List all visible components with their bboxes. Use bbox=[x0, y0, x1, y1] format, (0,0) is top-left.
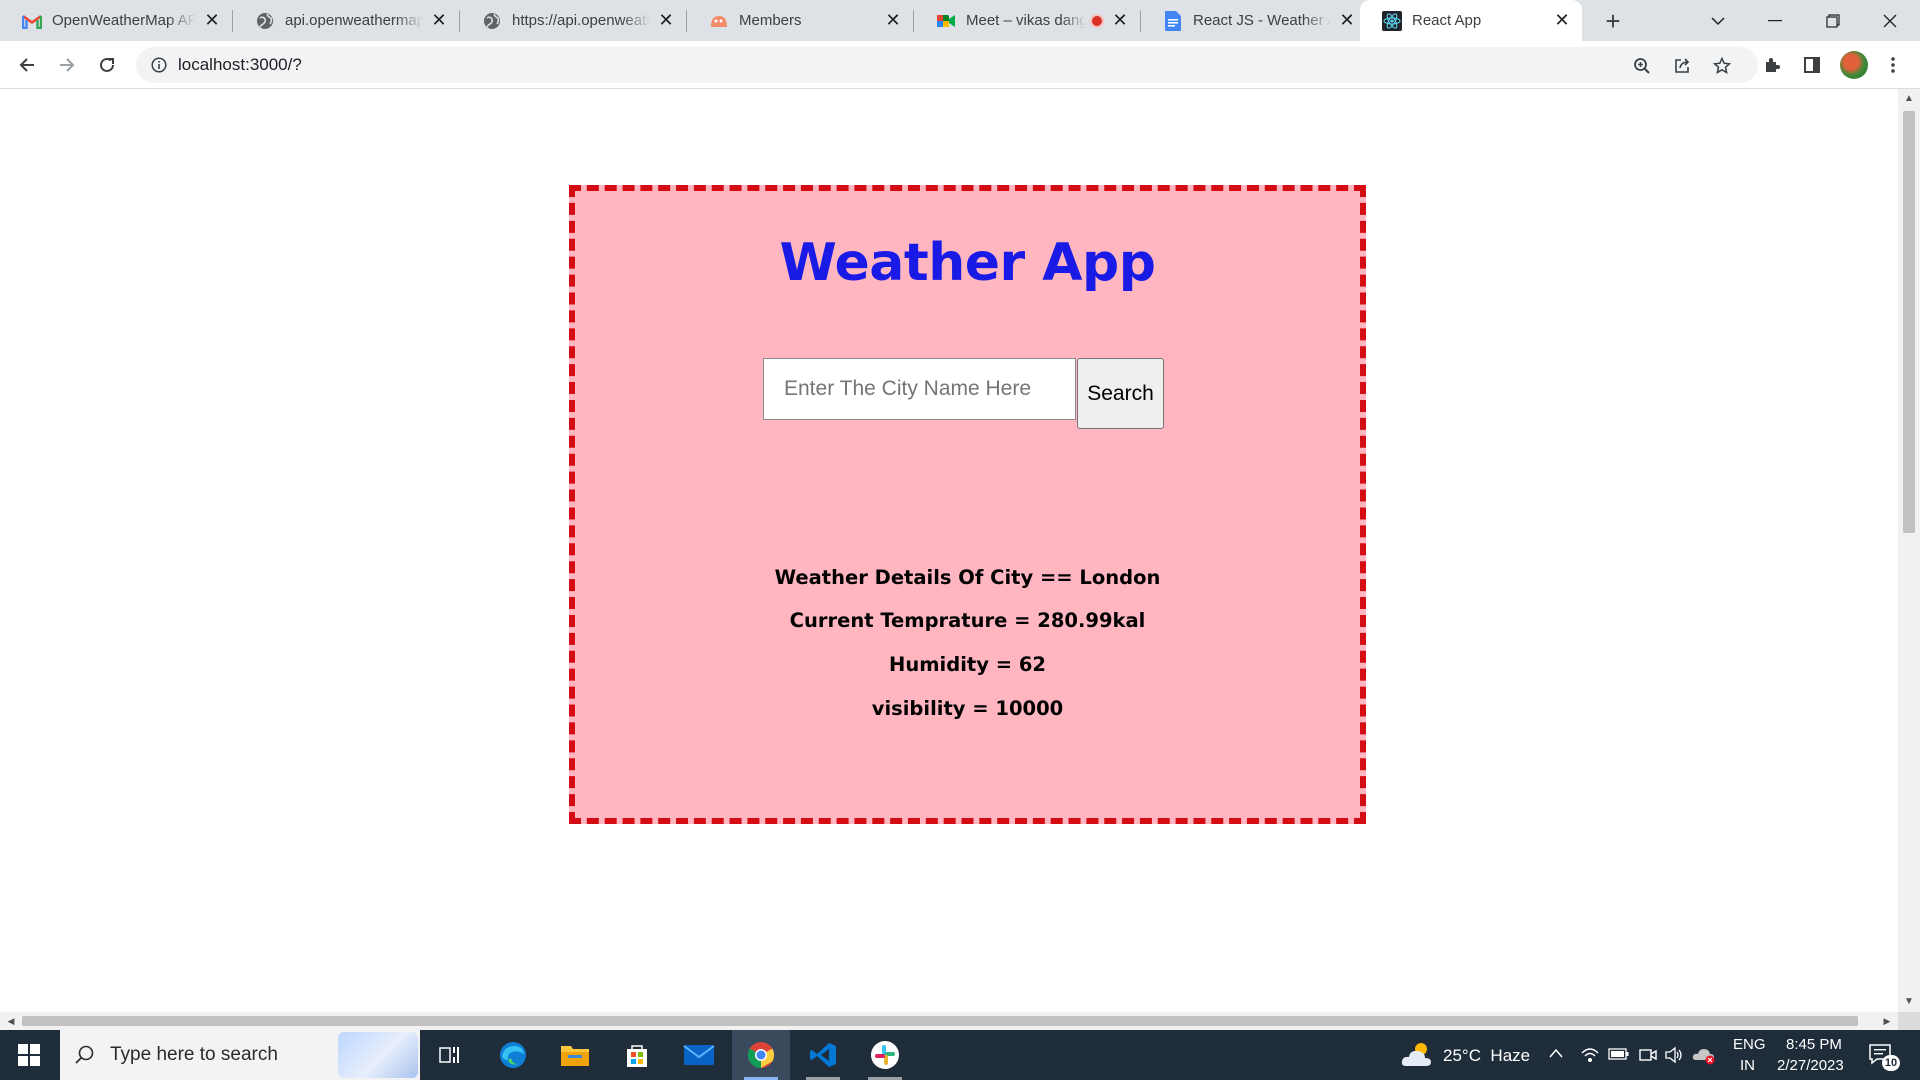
close-tab-icon[interactable]: ✕ bbox=[1110, 10, 1130, 31]
address-bar[interactable]: localhost:3000/? bbox=[136, 47, 1758, 83]
globe-icon bbox=[255, 11, 275, 31]
globe-icon bbox=[482, 11, 502, 31]
microsoft-store-icon[interactable] bbox=[608, 1030, 666, 1080]
scroll-up-arrow-icon[interactable]: ▲ bbox=[1904, 94, 1914, 104]
tab-https-api-openweathermap[interactable]: https://api.openweathermap.org ✕ bbox=[460, 0, 686, 41]
edge-browser-icon[interactable] bbox=[484, 1030, 542, 1080]
humidity-detail: Humidity = 62 bbox=[889, 653, 1046, 676]
vertical-scroll-thumb[interactable] bbox=[1903, 111, 1915, 533]
city-search-input[interactable] bbox=[763, 358, 1076, 420]
browser-toolbar: localhost:3000/? bbox=[0, 41, 1920, 89]
notification-count-badge: 10 bbox=[1882, 1055, 1900, 1071]
close-tab-icon[interactable]: ✕ bbox=[429, 10, 449, 31]
zoom-icon[interactable] bbox=[1629, 53, 1655, 79]
tab-title: OpenWeatherMap API bbox=[52, 12, 196, 29]
meeting-icon[interactable] bbox=[1638, 1046, 1658, 1064]
tab-title: Meet – vikas dang bbox=[966, 12, 1086, 29]
visibility-detail: visibility = 10000 bbox=[871, 697, 1064, 720]
taskbar-search-placeholder: Type here to search bbox=[110, 1044, 278, 1065]
search-icon bbox=[74, 1044, 96, 1066]
windows-taskbar: Type here to search 25°C Haze ENG IN 8:4… bbox=[0, 1030, 1920, 1080]
onedrive-icon[interactable] bbox=[1692, 1045, 1716, 1065]
volume-icon[interactable] bbox=[1664, 1046, 1684, 1064]
scroll-right-arrow-icon[interactable]: ▶ bbox=[1882, 1016, 1892, 1026]
tab-google-meet[interactable]: Meet – vikas dang ✕ bbox=[914, 0, 1140, 41]
tab-search-chevron-icon[interactable] bbox=[1690, 0, 1746, 41]
url-text: localhost:3000/? bbox=[178, 55, 302, 74]
minimize-button[interactable] bbox=[1747, 0, 1803, 41]
tab-react-app[interactable]: React App ✕ bbox=[1360, 0, 1582, 41]
tab-api-openweathermap[interactable]: api.openweathermap.org ✕ bbox=[233, 0, 459, 41]
network-icon[interactable] bbox=[1580, 1045, 1600, 1065]
windows-start-icon[interactable] bbox=[0, 1030, 58, 1080]
tab-strip: OpenWeatherMap API ✕ api.openweathermap.… bbox=[0, 0, 1920, 41]
temperature-detail: Current Temprature = 280.99kal bbox=[789, 609, 1146, 632]
close-tab-icon[interactable]: ✕ bbox=[202, 10, 222, 31]
weather-card: Weather App Search Weather Details Of Ci… bbox=[569, 185, 1366, 824]
scrollbar-corner bbox=[1898, 1012, 1920, 1030]
horizontal-scrollbar[interactable]: ◀ ▶ bbox=[0, 1012, 1898, 1030]
members-icon bbox=[709, 11, 729, 31]
close-tab-icon[interactable]: ✕ bbox=[1337, 10, 1357, 31]
weather-cloud-icon bbox=[1400, 1038, 1434, 1072]
tab-title: api.openweathermap.org bbox=[285, 12, 423, 29]
site-info-icon[interactable] bbox=[149, 55, 169, 75]
google-docs-icon bbox=[1163, 10, 1183, 31]
close-tab-icon[interactable]: ✕ bbox=[656, 10, 676, 31]
horizontal-scroll-thumb[interactable] bbox=[22, 1016, 1858, 1026]
tab-openweathermap-api[interactable]: OpenWeatherMap API ✕ bbox=[0, 0, 232, 41]
slack-icon[interactable] bbox=[856, 1030, 914, 1080]
extensions-puzzle-icon[interactable] bbox=[1756, 49, 1788, 81]
share-icon[interactable] bbox=[1669, 53, 1695, 79]
menu-kebab-icon[interactable] bbox=[1877, 49, 1909, 81]
search-button[interactable]: Search bbox=[1077, 358, 1164, 429]
search-highlight-image bbox=[338, 1032, 418, 1078]
show-hidden-icons-chevron-icon[interactable] bbox=[1548, 1046, 1568, 1066]
city-detail: Weather Details Of City == London bbox=[774, 566, 1161, 589]
profile-avatar[interactable] bbox=[1840, 51, 1868, 79]
taskbar-search-box[interactable]: Type here to search bbox=[60, 1030, 420, 1080]
vscode-icon[interactable] bbox=[794, 1030, 852, 1080]
restore-button[interactable] bbox=[1805, 0, 1861, 41]
tab-title: Members bbox=[739, 12, 802, 29]
close-tab-icon[interactable]: ✕ bbox=[883, 10, 903, 31]
battery-icon[interactable] bbox=[1608, 1047, 1630, 1063]
close-tab-icon[interactable]: ✕ bbox=[1552, 10, 1572, 31]
bookmark-star-icon[interactable] bbox=[1709, 53, 1735, 79]
google-meet-icon bbox=[936, 11, 956, 31]
vertical-scrollbar[interactable]: ▲ ▼ bbox=[1898, 89, 1920, 1012]
page-viewport: Weather App Search Weather Details Of Ci… bbox=[0, 89, 1898, 1012]
tab-members[interactable]: Members ✕ bbox=[687, 0, 913, 41]
new-tab-button[interactable]: + bbox=[1598, 6, 1628, 36]
weather-text: 25°C Haze bbox=[1443, 1046, 1531, 1065]
close-window-button[interactable] bbox=[1862, 0, 1918, 41]
file-explorer-icon[interactable] bbox=[546, 1030, 604, 1080]
tab-react-js-weather-app[interactable]: React JS - Weather App ✕ bbox=[1141, 0, 1367, 41]
language-label[interactable]: ENG bbox=[1733, 1036, 1766, 1053]
clock-date[interactable]: 2/27/2023 bbox=[1777, 1057, 1844, 1074]
tab-title: https://api.openweathermap.org bbox=[512, 12, 650, 29]
weather-widget[interactable]: 25°C Haze bbox=[1398, 1030, 1538, 1080]
app-title: Weather App bbox=[779, 233, 1156, 293]
recording-icon bbox=[1090, 13, 1104, 28]
react-icon bbox=[1382, 10, 1402, 31]
input-region-label[interactable]: IN bbox=[1740, 1057, 1755, 1074]
scroll-left-arrow-icon[interactable]: ◀ bbox=[6, 1016, 16, 1026]
task-view-icon[interactable] bbox=[421, 1030, 479, 1080]
tab-title: React App bbox=[1412, 12, 1482, 29]
scroll-down-arrow-icon[interactable]: ▼ bbox=[1904, 997, 1914, 1007]
chrome-icon[interactable] bbox=[732, 1030, 790, 1080]
gmail-icon bbox=[22, 11, 42, 31]
mail-icon[interactable] bbox=[670, 1030, 728, 1080]
side-panel-icon[interactable] bbox=[1796, 49, 1828, 81]
back-arrow-icon[interactable] bbox=[11, 49, 43, 81]
forward-arrow-icon[interactable] bbox=[51, 49, 83, 81]
screen: OpenWeatherMap API ✕ api.openweathermap.… bbox=[0, 0, 1920, 1080]
clock-time[interactable]: 8:45 PM bbox=[1786, 1036, 1842, 1053]
tab-title: React JS - Weather App bbox=[1193, 12, 1331, 29]
notifications-icon[interactable]: 10 bbox=[1868, 1043, 1900, 1071]
reload-icon[interactable] bbox=[91, 49, 123, 81]
